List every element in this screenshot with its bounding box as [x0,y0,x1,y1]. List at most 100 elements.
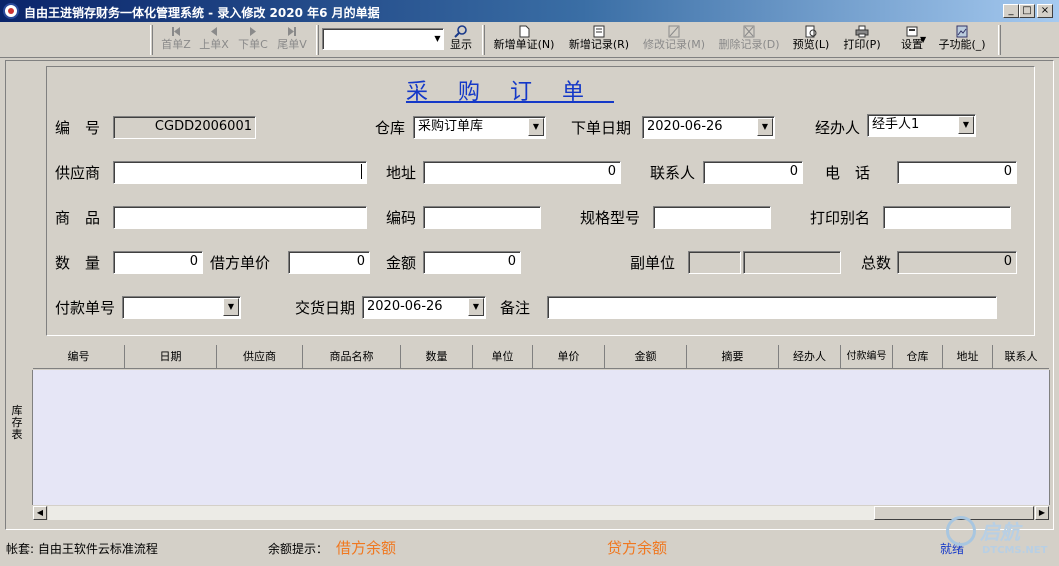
delete-record-button[interactable]: 删除记录(D) [714,24,784,56]
col-header-warehouse[interactable]: 仓库 [893,345,943,369]
chevron-down-icon[interactable]: ▼ [757,118,773,136]
sub-unit-field-b [743,251,841,274]
remark-field[interactable] [547,296,997,319]
total-label: 总数 [861,254,892,272]
warehouse-select[interactable]: 采购订单库 [413,116,546,139]
prev-button[interactable]: 上单X [196,24,232,56]
scroll-right-icon[interactable]: ▶ [1035,506,1049,520]
form-title: 采购订单 [405,80,614,105]
chevron-down-icon[interactable]: ▼ [528,118,544,136]
magnifier-icon [454,25,467,38]
col-header-number[interactable]: 编号 [33,345,125,369]
preview-label: 预览(L) [792,38,830,51]
col-header-handler[interactable]: 经办人 [779,345,841,369]
new-record-icon [593,25,605,38]
phone-field[interactable]: 0 [897,161,1017,184]
delivery-date-label: 交货日期 [295,299,356,317]
settings-icon [906,26,918,37]
new-record-button[interactable]: 新增记录(R) [564,24,634,56]
chevron-down-icon[interactable]: ▼ [920,35,926,44]
last-button[interactable]: 尾单V [274,24,310,56]
account-status: 帐套: 自由王软件云标准流程 [6,542,158,556]
col-header-price[interactable]: 单价 [533,345,605,369]
unit-price-field[interactable]: 0 [288,251,370,274]
chevron-down-icon[interactable]: ▼ [432,32,443,46]
minimize-button[interactable]: _ [1003,4,1019,18]
toolbar-grip[interactable] [150,25,153,55]
close-button[interactable]: × [1037,4,1053,18]
number-label: 编 号 [55,119,101,137]
tab-inventory[interactable]: 库存表 [8,405,26,441]
supplier-label: 供应商 [55,164,101,182]
col-header-summary[interactable]: 摘要 [687,345,779,369]
contact-field[interactable]: 0 [703,161,803,184]
delete-record-label: 删除记录(D) [718,38,780,51]
edit-record-button[interactable]: 修改记录(M) [639,24,709,56]
prev-label: 上单X [199,38,229,51]
spec-field[interactable] [653,206,771,229]
printer-icon [855,25,869,38]
code-label: 编码 [386,209,417,227]
amount-field[interactable]: 0 [423,251,521,274]
watermark-logo-icon [946,516,976,546]
chevron-down-icon[interactable]: ▼ [468,298,484,316]
col-header-payment[interactable]: 付款编号 [841,345,893,369]
last-icon [288,27,296,36]
spec-label: 规格型号 [580,209,641,227]
show-button[interactable]: 显示 [446,24,476,56]
next-icon [250,27,256,36]
debit-balance: 借方余额 [336,539,397,557]
warehouse-label: 仓库 [375,119,406,137]
col-header-amount[interactable]: 金额 [605,345,687,369]
data-grid[interactable] [32,344,1050,520]
qty-field[interactable]: 0 [113,251,203,274]
qty-label: 数 量 [55,254,101,272]
next-button[interactable]: 下单C [235,24,271,56]
chevron-down-icon[interactable]: ▼ [958,116,974,134]
code-field[interactable] [423,206,541,229]
watermark-sub: DTCMS.NET [982,545,1048,556]
prev-icon [211,27,217,36]
col-header-unit[interactable]: 单位 [473,345,533,369]
sub-unit-label: 副单位 [630,254,676,272]
subfunc-label: 子功能(_) [938,38,986,51]
preview-button[interactable]: 预览(L) [789,24,833,56]
address-label: 地址 [386,164,417,182]
address-field[interactable]: 0 [423,161,621,184]
next-label: 下单C [238,38,268,51]
period-combo[interactable] [322,28,444,50]
maximize-button[interactable]: □ [1019,4,1035,18]
col-header-date[interactable]: 日期 [125,345,217,369]
print-alias-field[interactable] [883,206,1011,229]
preview-icon [805,25,817,38]
subfunction-icon [956,25,968,38]
toolbar-grip[interactable] [482,25,485,55]
handler-label: 经办人 [815,119,861,137]
show-label: 显示 [450,38,472,51]
toolbar-grip[interactable] [316,25,319,55]
order-date-picker[interactable]: 2020-06-26 [642,116,775,139]
col-header-contact[interactable]: 联系人 [993,345,1049,369]
scroll-track[interactable] [48,506,874,520]
col-header-supplier[interactable]: 供应商 [217,345,303,369]
toolbar-grip[interactable] [998,25,1001,55]
scroll-left-icon[interactable]: ◀ [33,506,47,520]
new-doc-button[interactable]: 新增单证(N) [489,24,559,56]
chevron-down-icon[interactable]: ▼ [223,298,239,316]
number-field: CGDD2006001 [113,116,256,139]
subfunc-button[interactable]: 子功能(_) [934,24,990,56]
first-button[interactable]: 首单Z [158,24,194,56]
print-button[interactable]: 打印(P) [840,24,884,56]
new-record-label: 新增记录(R) [568,38,630,51]
first-label: 首单Z [161,38,191,51]
remark-label: 备注 [500,299,531,317]
col-header-address[interactable]: 地址 [943,345,993,369]
total-field: 0 [897,251,1017,274]
edit-record-icon [668,25,680,38]
supplier-field[interactable] [113,161,367,184]
product-field[interactable] [113,206,367,229]
app-icon [3,3,19,19]
text-cursor [361,164,362,179]
col-header-qty[interactable]: 数量 [401,345,473,369]
col-header-product[interactable]: 商品名称 [303,345,401,369]
